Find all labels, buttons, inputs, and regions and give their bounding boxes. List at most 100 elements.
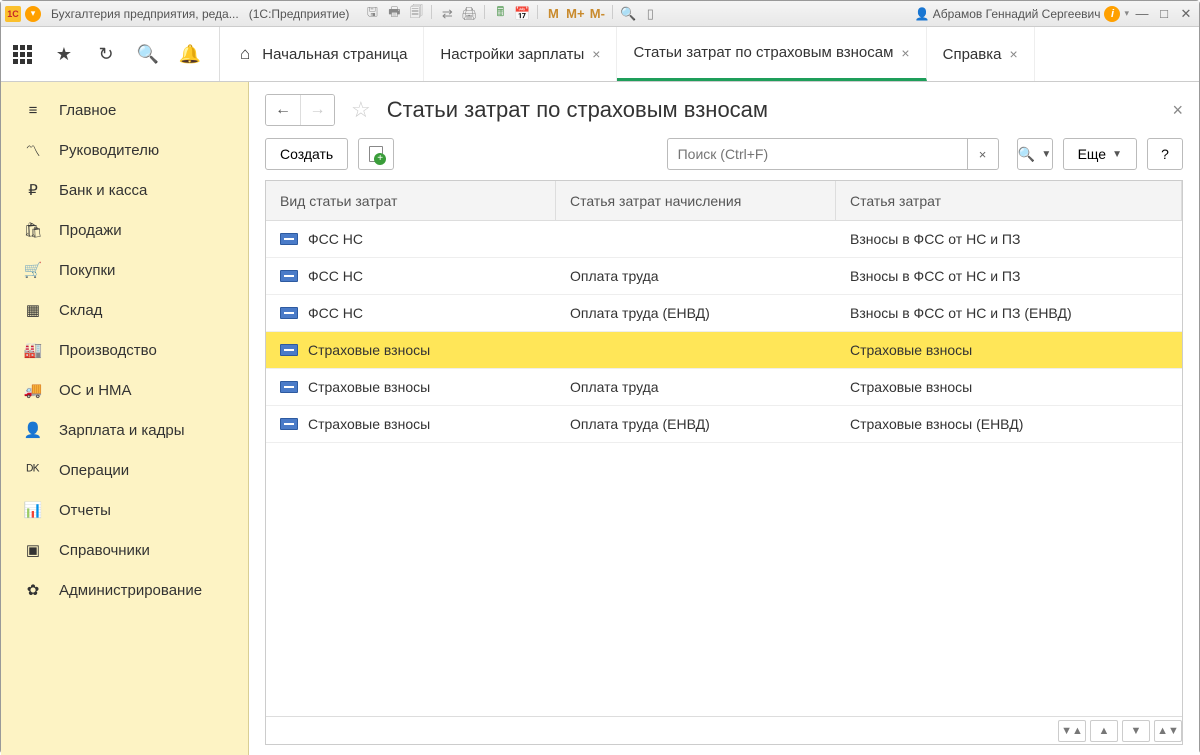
tab-статьи-затрат-по-страховым-взносам[interactable]: Статьи затрат по страховым взносам × [617, 27, 926, 81]
table-row[interactable]: Страховые взносыОплата трудаСтраховые вз… [266, 369, 1182, 406]
sidebar-item-руководителю[interactable]: 〽Руководителю [1, 130, 248, 170]
scroll-last-button[interactable]: ▲▼ [1154, 720, 1182, 742]
table-row[interactable]: Страховые взносыСтраховые взносы [266, 332, 1182, 369]
search-input[interactable] [667, 138, 967, 170]
cell-item: Взносы в ФСС от НС и ПЗ (ЕНВД) [836, 305, 1182, 321]
search-clear-button[interactable]: × [967, 138, 999, 170]
main-toolbar: ★ ↻ 🔍 🔔 ⌂Начальная страницаНастройки зар… [1, 27, 1199, 82]
sidebar-label: Покупки [59, 262, 115, 279]
sidebar-icon: 🚚 [23, 381, 43, 399]
favorites-star-icon[interactable]: ★ [53, 43, 75, 65]
page-close-button[interactable]: × [1172, 100, 1183, 121]
user-icon: 👤 [915, 7, 930, 21]
cell-type: ФСС НС [266, 268, 556, 284]
sidebar-label: Зарплата и кадры [59, 422, 185, 439]
table-header: Вид статьи затрат Статья затрат начислен… [266, 181, 1182, 221]
separator [612, 5, 613, 19]
more-button[interactable]: Еще ▼ [1063, 138, 1137, 170]
action-bar: Создать × 🔍 ▼ Еще ▼ ? [265, 138, 1183, 170]
tab-close-icon[interactable]: × [901, 45, 909, 61]
scroll-first-button[interactable]: ▼▲ [1058, 720, 1086, 742]
cell-type: ФСС НС [266, 231, 556, 247]
separator [431, 5, 432, 19]
notifications-bell-icon[interactable]: 🔔 [179, 43, 201, 65]
info-icon[interactable]: i [1104, 6, 1120, 22]
scroll-down-button[interactable]: ▼ [1122, 720, 1150, 742]
sidebar-item-зарплата-и-кадры[interactable]: 👤Зарплата и кадры [1, 410, 248, 450]
sidebar-item-справочники[interactable]: ▣Справочники [1, 530, 248, 570]
toolbar-panel-icon[interactable]: ▯ [641, 5, 659, 23]
toolbar-print2-icon[interactable]: 🖨 [460, 5, 478, 23]
user-block[interactable]: 👤 Абрамов Геннадий Сергеевич [915, 7, 1101, 21]
table-row[interactable]: ФСС НСОплата труда (ЕНВД)Взносы в ФСС от… [266, 295, 1182, 332]
favorite-toggle-icon[interactable]: ☆ [351, 97, 371, 123]
app-title: Бухгалтерия предприятия, реда... [51, 7, 239, 21]
sidebar-icon: 🛒 [23, 261, 43, 279]
sidebar-label: Справочники [59, 542, 150, 559]
app-platform: (1С:Предприятие) [249, 7, 350, 21]
tab-начальная-страница[interactable]: ⌂Начальная страница [224, 27, 424, 81]
table-row[interactable]: ФСС НСОплата трудаВзносы в ФСС от НС и П… [266, 258, 1182, 295]
cell-item: Взносы в ФСС от НС и ПЗ [836, 231, 1182, 247]
cell-type: Страховые взносы [266, 342, 556, 358]
create-button[interactable]: Создать [265, 138, 348, 170]
sidebar-icon: ✿ [23, 581, 43, 599]
page-title: Статьи затрат по страховым взносам [387, 97, 768, 123]
table-row[interactable]: Страховые взносыОплата труда (ЕНВД)Страх… [266, 406, 1182, 443]
sidebar-icon: ₽ [23, 181, 43, 199]
search-options-button[interactable]: 🔍 ▼ [1017, 138, 1053, 170]
toolbar-print-icon[interactable]: 🖶 [385, 5, 403, 23]
sidebar-item-банк-и-касса[interactable]: ₽Банк и касса [1, 170, 248, 210]
window-minimize[interactable]: — [1133, 6, 1151, 22]
sidebar-icon: 📊 [23, 501, 43, 519]
window-maximize[interactable]: □ [1155, 6, 1173, 22]
nav-back-button[interactable]: ← [266, 95, 300, 125]
table-row[interactable]: ФСС НС Взносы в ФСС от НС и ПЗ [266, 221, 1182, 258]
sidebar-item-покупки[interactable]: 🛒 Покупки [1, 250, 248, 290]
separator [484, 5, 485, 19]
create-copy-button[interactable] [358, 138, 394, 170]
apps-grid-icon[interactable] [11, 43, 33, 65]
tab-close-icon[interactable]: × [1009, 46, 1017, 62]
sidebar-item-администрирование[interactable]: ✿Администрирование [1, 570, 248, 610]
sidebar-item-склад[interactable]: ▦Склад [1, 290, 248, 330]
app-logo-icon: 1C [5, 6, 21, 22]
search-icon[interactable]: 🔍 [137, 43, 159, 65]
column-header-item[interactable]: Статья затрат [836, 181, 1182, 220]
toolbar-preview-icon[interactable]: 🗐 [407, 5, 425, 23]
app-menu-dropdown[interactable]: ▾ [25, 6, 41, 22]
toolbar-calendar-icon[interactable]: 📅 [513, 5, 531, 23]
toolbar-save-icon[interactable]: 🖫 [363, 5, 381, 23]
toolbar-zoom-icon[interactable]: 🔍 [619, 5, 637, 23]
scroll-up-button[interactable]: ▲ [1090, 720, 1118, 742]
sidebar-item-главное[interactable]: ≡Главное [1, 90, 248, 130]
tab-close-icon[interactable]: × [592, 46, 600, 62]
sidebar-label: Главное [59, 102, 116, 119]
cell-type: Страховые взносы [266, 379, 556, 395]
toolbar-mminus-button[interactable]: M- [588, 5, 606, 23]
sidebar-icon: ▦ [23, 301, 43, 319]
toolbar-mplus-button[interactable]: M+ [566, 5, 584, 23]
help-button[interactable]: ? [1147, 138, 1183, 170]
toolbar-m-button[interactable]: M [544, 5, 562, 23]
row-icon [280, 233, 298, 245]
history-icon[interactable]: ↻ [95, 43, 117, 65]
toolbar-calc-icon[interactable]: 🖩 [491, 5, 509, 23]
sidebar-item-ос-и-нма[interactable]: 🚚ОС и НМА [1, 370, 248, 410]
sidebar-item-производство[interactable]: 🏭Производство [1, 330, 248, 370]
column-header-type[interactable]: Вид статьи затрат [266, 181, 556, 220]
sidebar-item-продажи[interactable]: 🛍Продажи [1, 210, 248, 250]
table-body: ФСС НС Взносы в ФСС от НС и ПЗ ФСС НСОплат… [266, 221, 1182, 716]
window-close[interactable]: ✕ [1177, 6, 1195, 22]
sidebar-item-отчеты[interactable]: 📊Отчеты [1, 490, 248, 530]
nav-forward-button[interactable]: → [300, 95, 334, 125]
row-icon [280, 270, 298, 282]
separator [537, 5, 538, 19]
column-header-accrual[interactable]: Статья затрат начисления [556, 181, 836, 220]
tab-справка[interactable]: Справка× [927, 27, 1035, 81]
tabs-container: ⌂Начальная страницаНастройки зарплаты×Ст… [219, 27, 1189, 81]
tab-настройки-зарплаты[interactable]: Настройки зарплаты× [424, 27, 617, 81]
tab-label: Статьи затрат по страховым взносам [633, 44, 893, 61]
toolbar-compare-icon[interactable]: ⇄ [438, 5, 456, 23]
sidebar-item-операции[interactable]: ᴰᴷОперации [1, 450, 248, 490]
